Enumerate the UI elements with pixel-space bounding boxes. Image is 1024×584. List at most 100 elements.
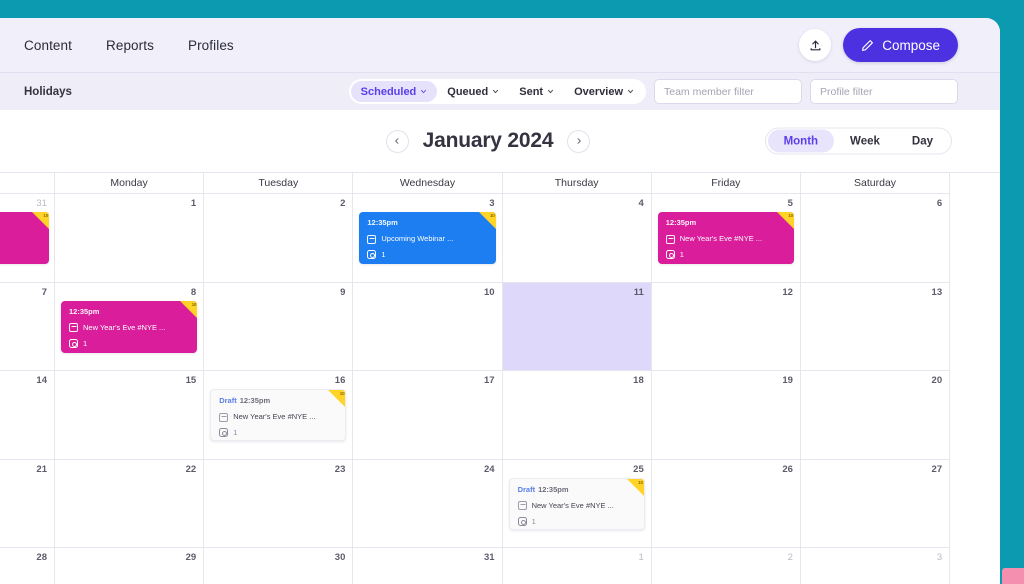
event-body: New Year's Eve #NYE ... — [219, 412, 337, 422]
day-number: 6 — [936, 198, 943, 209]
filter-overview[interactable]: Overview — [564, 81, 644, 102]
day-number: 16 — [334, 375, 346, 386]
calendar-day-cell[interactable]: 11 — [502, 282, 652, 371]
day-number: 24 — [483, 463, 495, 475]
event-fold-label: 10 — [638, 479, 643, 485]
calendar-day-cell[interactable]: 5 10 12:35pm New Year's Eve #NYE ... 1 — [651, 194, 801, 283]
calendar-day-cell[interactable]: 2 — [204, 194, 354, 283]
day-number: 13 — [931, 286, 943, 298]
day-number: 21 — [36, 463, 47, 475]
calendar-day-cell[interactable]: 10 — [353, 282, 503, 371]
filter-label: Overview — [574, 85, 623, 98]
event-time-value: 12:35pm — [665, 218, 697, 227]
calendar-day-cell[interactable]: 9 — [204, 282, 354, 371]
event-footer: 1 — [219, 428, 337, 437]
day-number: 17 — [483, 375, 495, 386]
calendar-event-card[interactable]: 10 12:35pm New Year's Eve #NYE ... 1 — [61, 300, 198, 353]
calendar-event-card[interactable]: 10 12:35pm Upcoming Webinar ... 1 — [359, 212, 496, 264]
calendar-day-cell[interactable]: 3 — [800, 548, 951, 584]
calendar-day-cell[interactable]: 31 10 e #NYE ... — [0, 194, 55, 283]
event-fold-label: 10 — [191, 301, 197, 307]
month-navigation: January 2024 — [385, 129, 591, 153]
calendar-day-cell[interactable]: 3 10 12:35pm Upcoming Webinar ... 1 — [353, 194, 503, 283]
calendar-day-cell[interactable]: 22 — [55, 459, 205, 548]
day-number: 1 — [638, 552, 644, 563]
top-navigation-bar: Content Reports Profiles Compose — [0, 18, 1000, 72]
upload-button[interactable] — [799, 29, 832, 61]
day-number: 25 — [633, 463, 644, 475]
filter-scheduled[interactable]: Scheduled — [350, 81, 438, 102]
nav-link-reports[interactable]: Reports — [106, 38, 154, 53]
view-option-month[interactable]: Month — [767, 129, 835, 153]
main-nav: Content Reports Profiles — [24, 38, 234, 53]
filter-label: Queued — [447, 85, 489, 98]
day-number: 3 — [489, 198, 495, 209]
day-number: 19 — [782, 375, 793, 386]
chevron-right-icon — [575, 137, 583, 145]
calendar-event-card[interactable]: 10 e #NYE ... — [0, 212, 49, 264]
calendar-day-cell[interactable]: 26 — [651, 459, 801, 548]
team-member-filter-input[interactable] — [654, 79, 802, 104]
calendar-day-cell[interactable]: 23 — [204, 459, 354, 548]
day-number: 30 — [334, 552, 346, 563]
calendar-day-cell[interactable]: 31 — [353, 548, 503, 584]
event-body: Upcoming Webinar ... — [367, 234, 487, 244]
event-title: New Year's Eve #NYE ... — [679, 234, 763, 243]
calendar-day-cell[interactable]: 30 — [204, 548, 354, 584]
calendar-event-card[interactable]: 10 Draft 12:35pm New Year's Eve #NYE ... 1 — [210, 389, 347, 441]
nav-link-profiles[interactable]: Profiles — [188, 38, 234, 53]
calendar-week-row: 21 22 23 24 25 10 Draft 12:35pm New Year's Eve #… — [0, 459, 1000, 548]
calendar-day-cell[interactable]: 7 — [0, 282, 55, 371]
calendar-day-cell[interactable]: 28 — [0, 548, 55, 584]
image-icon — [219, 412, 229, 422]
calendar-day-cell[interactable]: 21 — [0, 459, 55, 548]
calendar-day-cell[interactable]: 4 — [502, 194, 652, 283]
calendar-day-cell[interactable]: 12 — [651, 282, 801, 371]
calendar-day-cell[interactable]: 18 — [502, 371, 652, 460]
calendar-day-cell[interactable]: 27 — [800, 459, 951, 548]
compose-button[interactable]: Compose — [843, 28, 958, 62]
event-body: New Year's Eve #NYE ... — [517, 501, 636, 511]
calendar-day-cell[interactable]: 8 10 12:35pm New Year's Eve #NYE ... 1 — [55, 282, 205, 371]
calendar-day-cell[interactable]: 17 — [353, 371, 503, 460]
calendar-day-cell[interactable]: 13 — [800, 282, 951, 371]
event-body: e #NYE ... — [0, 234, 41, 244]
calendar-day-cell[interactable]: 15 — [55, 371, 205, 460]
calendar-day-cell[interactable]: 1 — [502, 548, 652, 584]
day-number: 14 — [36, 375, 47, 386]
day-number: 7 — [41, 286, 47, 298]
calendar-day-cell[interactable]: 24 — [353, 459, 503, 548]
calendar-day-cell[interactable]: 16 10 Draft 12:35pm New Year's Eve #NYE ... 1 — [204, 371, 354, 460]
filter-queued[interactable]: Queued — [437, 81, 509, 102]
previous-month-button[interactable] — [385, 129, 409, 153]
nav-link-content[interactable]: Content — [24, 38, 72, 53]
calendar-day-cell[interactable]: 6 — [800, 194, 951, 283]
calendar-day-cell[interactable]: 14 — [0, 371, 55, 460]
filter-sent[interactable]: Sent — [509, 81, 564, 102]
calendar-event-card[interactable]: 10 12:35pm New Year's Eve #NYE ... 1 — [657, 212, 794, 264]
day-number: 29 — [185, 552, 197, 563]
profile-filter-input[interactable] — [810, 79, 958, 104]
instagram-icon — [665, 250, 675, 259]
day-of-week-header: Saturday — [800, 173, 951, 194]
day-number: 8 — [190, 286, 197, 298]
view-mode-toggle: Month Week Day — [764, 127, 952, 155]
chevron-down-icon — [627, 88, 634, 95]
calendar-day-cell[interactable]: 25 10 Draft 12:35pm New Year's Eve #NYE ... 1 — [502, 459, 652, 548]
calendar-day-cell[interactable]: 29 — [55, 548, 205, 584]
event-profile-count: 1 — [381, 250, 386, 259]
calendar-day-cell[interactable]: 1 — [55, 194, 205, 283]
view-option-day[interactable]: Day — [896, 130, 949, 153]
calendar-day-cell[interactable]: 2 — [651, 548, 801, 584]
next-month-button[interactable] — [567, 129, 591, 153]
topbar-actions: Compose — [799, 28, 978, 62]
calendar-day-cell[interactable]: 20 — [800, 371, 951, 460]
event-body: New Year's Eve #NYE ... — [665, 234, 786, 244]
image-icon — [367, 234, 377, 244]
compose-button-label: Compose — [882, 37, 940, 53]
calendar-day-cell[interactable]: 19 — [651, 371, 801, 460]
day-number: 18 — [633, 375, 644, 386]
day-number: 2 — [340, 198, 346, 209]
view-option-week[interactable]: Week — [834, 130, 896, 153]
calendar-event-card[interactable]: 10 Draft 12:35pm New Year's Eve #NYE ... 1 — [508, 477, 645, 530]
